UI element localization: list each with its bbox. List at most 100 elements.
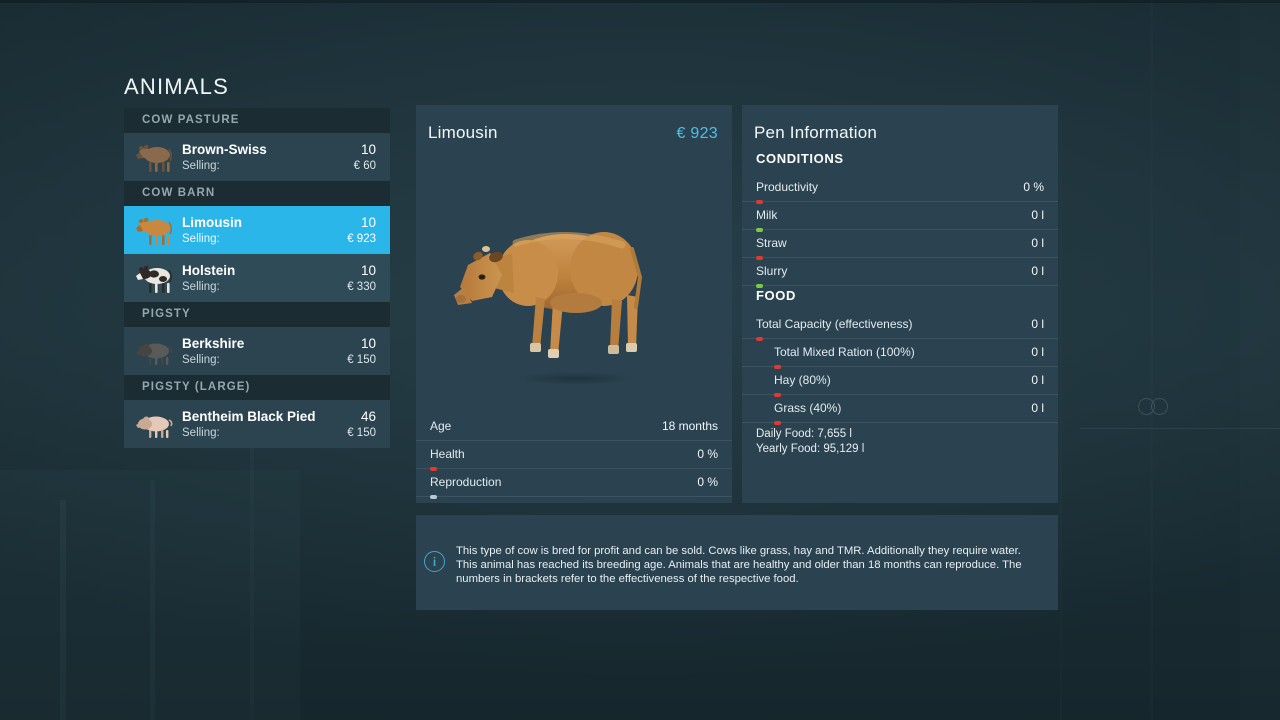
animal-list-item-values: 10 € 330	[347, 263, 376, 294]
animal-list-item-texts: Holstein Selling:	[182, 263, 347, 294]
stat-value: 0 l	[1031, 317, 1044, 331]
animal-list-item-texts: Limousin Selling:	[182, 215, 347, 246]
stat-label: Total Mixed Ration (100%)	[774, 345, 915, 359]
animal-list-item-count: 46	[360, 408, 376, 424]
conditions-header: CONDITIONS	[756, 151, 844, 166]
animal-list-item-brown-swiss[interactable]: Brown-Swiss Selling: 10 € 60	[124, 133, 390, 181]
stat-value: 0 l	[1031, 401, 1044, 415]
section-header-cow-barn: COW BARN	[124, 181, 390, 206]
animal-detail-header: Limousin € 923	[428, 123, 718, 143]
cow-limousin-icon	[134, 211, 176, 249]
animal-list-item-price: € 923	[347, 232, 376, 245]
stat-line: Productivity 0 %	[756, 180, 1044, 194]
pen-food-section: FOOD Total Capacity (effectiveness) 0 l To…	[742, 288, 1058, 425]
animal-list-item-name: Limousin	[182, 214, 242, 230]
animal-list-item-selling-label: Selling:	[182, 159, 220, 172]
cow-shadow	[516, 372, 634, 385]
animals-menu-screen: ANIMALS COW PASTURE Brown-Swiss Selling: 10…	[0, 0, 1280, 720]
animal-list-item-name: Berkshire	[182, 335, 245, 351]
pig-bentheim-black-pied-icon	[134, 405, 176, 443]
animal-list-item-selling-label: Selling:	[182, 353, 220, 366]
food-header: FOOD	[756, 288, 796, 303]
section-header-pigsty-large: PIGSTY (LARGE)	[124, 375, 390, 400]
stat-value: 18 months	[661, 419, 718, 433]
stat-row-total-mixed-ration-100: Total Mixed Ration (100%) 0 l	[742, 339, 1058, 369]
limousin-cow-3d-render	[416, 157, 732, 407]
pen-information-title: Pen Information	[754, 123, 878, 142]
stat-line: Age 18 months	[430, 419, 718, 433]
stat-row-grass-40: Grass (40%) 0 l	[742, 395, 1058, 425]
stat-value: 0 l	[1031, 264, 1044, 278]
stat-line: Total Mixed Ration (100%) 0 l	[774, 345, 1044, 359]
stat-row-age: Age 18 months	[416, 413, 732, 441]
stat-line: Slurry 0 l	[756, 264, 1044, 278]
stat-value: 0 l	[1031, 345, 1044, 359]
food-list: Total Capacity (effectiveness) 0 l Total M…	[742, 311, 1058, 425]
stat-value: 0 %	[1023, 180, 1044, 194]
page-title: ANIMALS	[124, 74, 229, 99]
stat-row-reproduction: Reproduction 0 %	[416, 469, 732, 499]
stat-row-hay-80: Hay (80%) 0 l	[742, 367, 1058, 397]
animal-list-item-name: Holstein	[182, 262, 236, 278]
information-text: This type of cow is bred for profit and …	[456, 545, 1022, 586]
animal-list-item-price: € 150	[347, 353, 376, 366]
background-shape	[1240, 0, 1280, 720]
animal-list-sidebar[interactable]: COW PASTURE Brown-Swiss Selling: 10 € 60 COW …	[124, 108, 390, 448]
stat-line: Grass (40%) 0 l	[774, 401, 1044, 415]
animal-list-item-bentheim-black-pied[interactable]: Bentheim Black Pied Selling: 46 € 150	[124, 400, 390, 448]
animal-list-item-values: 46 € 150	[347, 409, 376, 440]
background-shape	[1150, 0, 1153, 720]
stat-line: Reproduction 0 %	[430, 475, 718, 489]
section-header-cow-pasture: COW PASTURE	[124, 108, 390, 133]
animal-list-item-price: € 60	[353, 159, 376, 172]
animal-price: € 923	[676, 125, 718, 142]
animal-list-item-values: 10 € 150	[347, 336, 376, 367]
animal-list-item-selling-label: Selling:	[182, 280, 220, 293]
stat-value: 0 %	[697, 475, 718, 489]
stat-label: Hay (80%)	[774, 373, 831, 387]
stat-label: Health	[430, 447, 465, 461]
animal-list-item-selling-label: Selling:	[182, 232, 220, 245]
food-totals: Daily Food: 7,655 l Yearly Food: 95,129 …	[756, 427, 864, 457]
stat-row-straw: Straw 0 l	[742, 230, 1058, 260]
stat-value: 0 l	[1031, 373, 1044, 387]
animal-list-item-texts: Berkshire Selling:	[182, 336, 347, 367]
animal-name: Limousin	[428, 123, 498, 142]
animal-detail-panel: Limousin € 923 Age 18 months Health 0 % …	[416, 105, 732, 503]
animal-list-item-name: Brown-Swiss	[182, 141, 267, 157]
animal-list-item-texts: Brown-Swiss Selling:	[182, 142, 354, 173]
pen-information-panel: Pen Information CONDITIONS Productivity 0…	[742, 105, 1058, 503]
animal-list-item-values: 10 € 923	[347, 215, 376, 246]
animal-list-item-count: 10	[360, 214, 376, 230]
background-shape	[60, 500, 66, 720]
section-header-pigsty: PIGSTY	[124, 302, 390, 327]
daily-food: Daily Food: 7,655 l	[756, 428, 852, 440]
conditions-list: Productivity 0 % Milk 0 l Straw 0 l Slurry 0 l	[742, 174, 1058, 288]
stat-label: Age	[430, 419, 452, 433]
cow-holstein-icon	[134, 259, 176, 297]
animal-list-item-count: 10	[360, 262, 376, 278]
animal-list-item-texts: Bentheim Black Pied Selling:	[182, 409, 347, 440]
background-shape	[0, 0, 1280, 3]
stat-indicator-green	[756, 283, 763, 288]
animal-list-item-name: Bentheim Black Pied	[182, 408, 316, 424]
animal-list-item-berkshire[interactable]: Berkshire Selling: 10 € 150	[124, 327, 390, 375]
stat-value: 0 %	[697, 447, 718, 461]
stat-line: Hay (80%) 0 l	[774, 373, 1044, 387]
stat-label: Slurry	[756, 264, 788, 278]
stat-row-health: Health 0 %	[416, 441, 732, 471]
background-rings-icon	[1138, 396, 1182, 416]
stat-label: Reproduction	[430, 475, 502, 489]
animal-list-item-limousin[interactable]: Limousin Selling: 10 € 923	[124, 206, 390, 254]
cow-svg	[454, 231, 643, 358]
animal-list-item-holstein[interactable]: Holstein Selling: 10 € 330	[124, 254, 390, 302]
stat-value: 0 l	[1031, 208, 1044, 222]
animal-list-item-price: € 330	[347, 280, 376, 293]
background-shape	[150, 480, 155, 720]
stat-line: Health 0 %	[430, 447, 718, 461]
stat-label: Productivity	[756, 180, 819, 194]
stat-line: Straw 0 l	[756, 236, 1044, 250]
animal-list-item-values: 10 € 60	[354, 142, 376, 173]
stat-row-milk: Milk 0 l	[742, 202, 1058, 232]
stat-row-total-capacity-effectiveness: Total Capacity (effectiveness) 0 l	[742, 311, 1058, 341]
